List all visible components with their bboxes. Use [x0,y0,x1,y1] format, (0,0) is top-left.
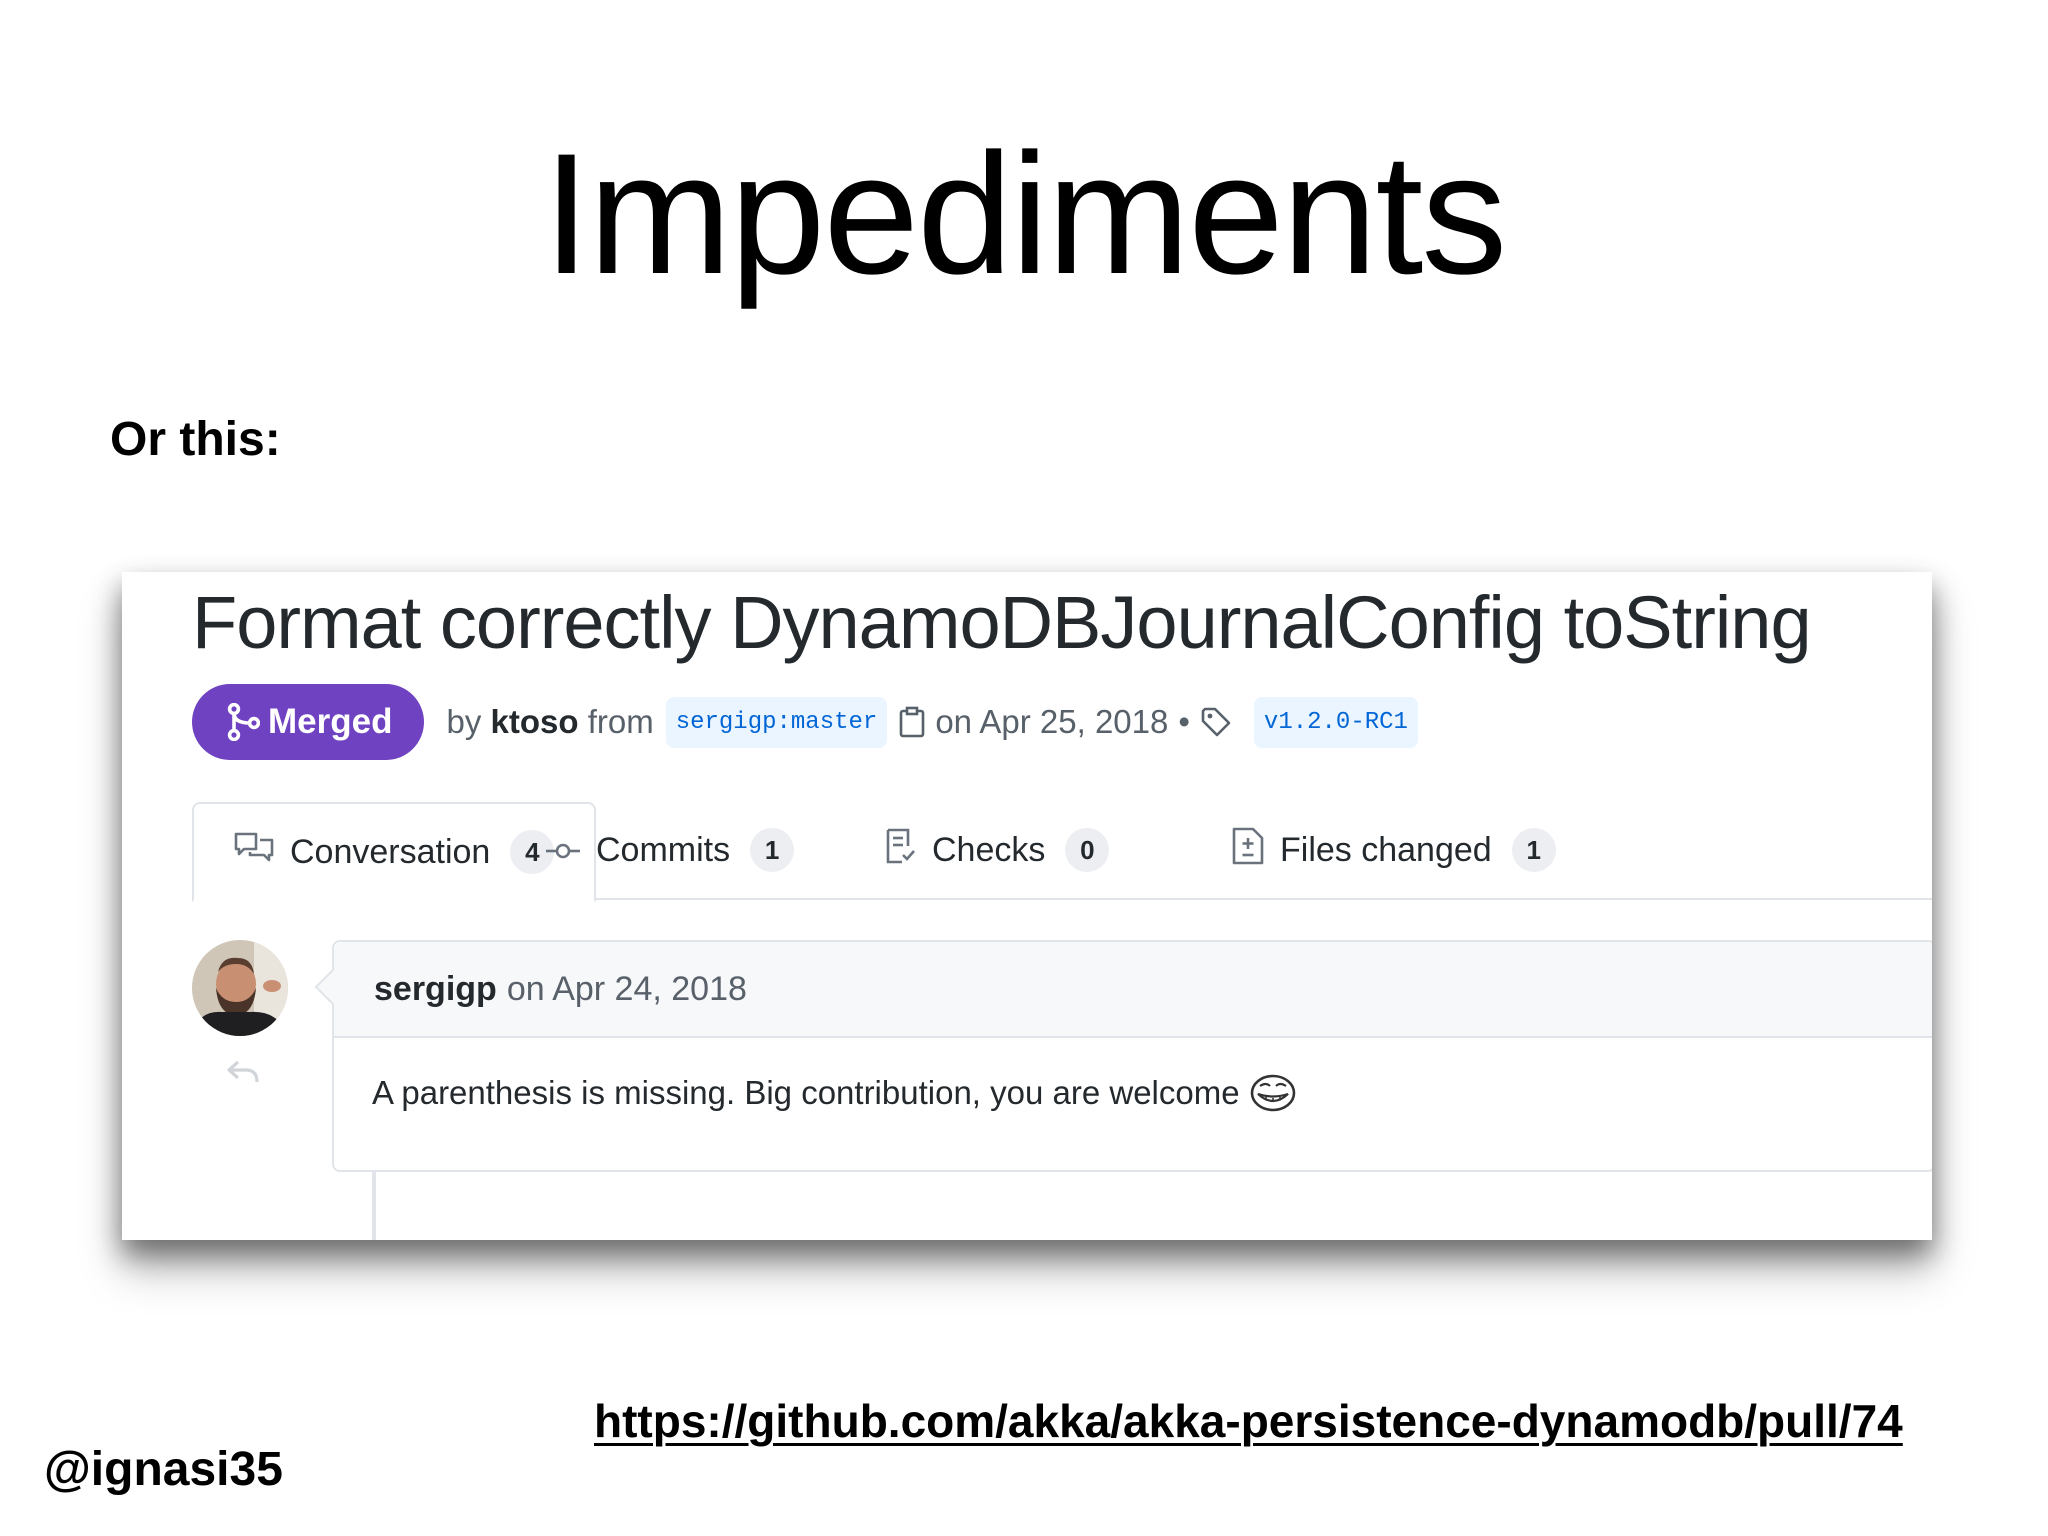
by-prefix: by [446,703,482,740]
comment-box: sergigp on Apr 24, 2018 A parenthesis is… [314,940,1932,1172]
comment-header: sergigp on Apr 24, 2018 [334,942,1932,1038]
tag-icon [1200,706,1232,738]
tab-checks-count: 0 [1065,828,1110,872]
comment-body: A parenthesis is missing. Big contributi… [334,1038,1932,1112]
tab-conversation-label: Conversation [290,832,491,871]
timeline-line [372,1170,376,1240]
pr-title: Format correctly DynamoDBJournalConfig t… [192,581,1812,664]
separator: • [1178,703,1190,740]
comment-text: A parenthesis is missing. Big contributi… [372,1074,1240,1111]
trollface-emoji-icon [1250,1074,1296,1112]
github-pr-screenshot: Format correctly DynamoDBJournalConfig t… [122,572,1932,1240]
comment-date[interactable]: on Apr 24, 2018 [507,970,747,1009]
tab-checks-label: Checks [932,830,1046,869]
branch-name[interactable]: sergigp:master [665,696,888,748]
tab-files-changed-count: 1 [1511,828,1556,872]
comment-author[interactable]: sergigp [374,970,497,1009]
release-tag[interactable]: v1.2.0-RC1 [1253,696,1418,748]
merge-date: on Apr 25, 2018 [935,703,1169,740]
clipboard-icon[interactable] [899,706,925,738]
slide-title: Impediments [542,118,1508,310]
git-commit-icon [546,831,580,870]
intro-text: Or this: [110,413,281,466]
tab-conversation[interactable]: Conversation 4 [192,802,597,902]
comment-discussion-icon [234,831,274,874]
pr-url-link[interactable]: https://github.com/akka/akka-persistence… [594,1394,1903,1448]
tab-files-changed-label: Files changed [1280,830,1492,869]
pr-author[interactable]: ktoso [491,703,579,741]
checklist-icon [886,828,916,873]
from-word: from [587,703,654,740]
merged-label: Merged [268,702,393,741]
pr-tabs: Conversation 4 Commits 1 Checks 0 Files … [192,802,1932,902]
merged-badge: Merged [192,684,425,760]
reply-icon[interactable] [226,1060,260,1091]
git-merge-icon [227,703,260,741]
tab-checks[interactable]: Checks 0 [886,802,1110,898]
diff-icon [1232,827,1264,874]
tab-commits-label: Commits [596,830,731,869]
tab-commits[interactable]: Commits 1 [546,802,795,898]
author-handle: @ignasi35 [44,1443,283,1496]
tab-commits-count: 1 [750,828,795,872]
avatar[interactable] [192,940,288,1036]
pr-meta: Merged by ktoso from sergigp:master on A… [192,684,1430,760]
tab-files-changed[interactable]: Files changed 1 [1232,802,1556,898]
